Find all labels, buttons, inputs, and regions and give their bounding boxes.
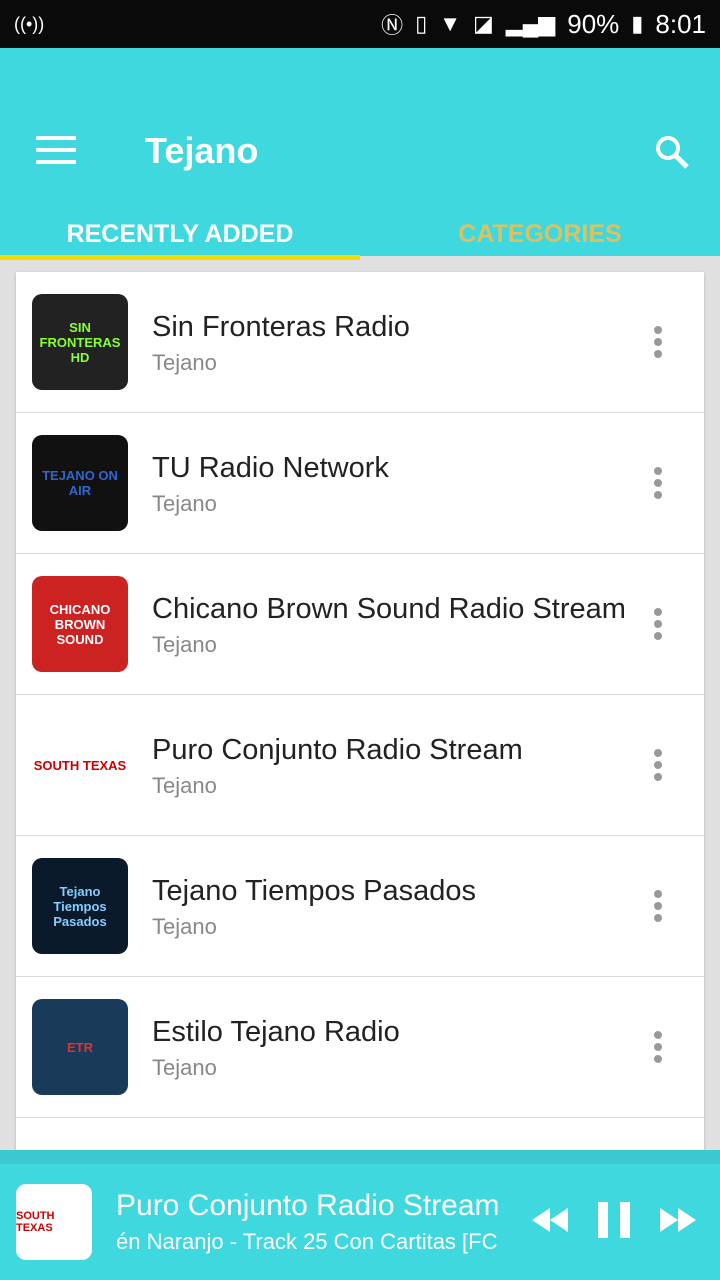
hotspot-icon: ((•)) (14, 13, 45, 34)
signal-icon: ▂▄▆ (505, 11, 556, 36)
list-item[interactable]: Tejano Tiempos Pasados Tejano Tiempos Pa… (16, 836, 704, 977)
vibrate-icon: ▯ (415, 11, 428, 36)
station-category: Tejano (152, 773, 217, 798)
list-item[interactable]: SOUTH TEXAS Puro Conjunto Radio Stream Te… (16, 695, 704, 836)
wifi-icon: ▼ (439, 11, 461, 36)
station-list: SIN FRONTERAS HD Sin Fronteras Radio Teja… (16, 272, 704, 1150)
station-name: Chicano Brown Sound Radio Stream (152, 593, 626, 625)
tab-recently-added[interactable]: RECENTLY ADDED (0, 208, 360, 260)
more-options-icon[interactable] (654, 1027, 664, 1067)
station-category: Tejano (152, 1055, 217, 1080)
station-name: Sin Fronteras Radio (152, 311, 410, 343)
rewind-icon (532, 1207, 568, 1232)
station-logo: SIN FRONTERAS HD (32, 294, 128, 390)
list-item[interactable]: CHICANO BROWN SOUND Chicano Brown Sound … (16, 554, 704, 695)
more-options-icon[interactable] (654, 322, 664, 362)
clock: 8:01 (655, 8, 706, 39)
station-logo: TEJANO ON AIR (32, 435, 128, 531)
battery-icon: ▮ (631, 11, 644, 36)
player-logo: SOUTH TEXAS (16, 1184, 92, 1260)
station-logo: CHICANO BROWN SOUND (32, 576, 128, 672)
station-logo: SOUTH TEXAS (32, 717, 128, 813)
station-category: Tejano (152, 350, 217, 375)
pause-icon (598, 1201, 630, 1238)
mini-player[interactable]: SOUTH TEXAS Puro Conjunto Radio Stream é… (0, 1150, 720, 1280)
menu-button[interactable] (36, 136, 76, 166)
station-category: Tejano (152, 491, 217, 516)
station-name: Tejano Tiempos Pasados (152, 875, 477, 907)
app-bar: Tejano RECENTLY ADDED CATEGORIES (0, 48, 720, 260)
nfc-icon: Ⓝ (381, 13, 404, 38)
more-options-icon[interactable] (654, 886, 664, 926)
player-title: Puro Conjunto Radio Stream (116, 1189, 500, 1222)
page-title: Tejano (145, 130, 259, 171)
station-name: TU Radio Network (152, 452, 389, 484)
no-sim-icon: ◪ (473, 11, 494, 36)
station-logo: Tejano Tiempos Pasados (32, 858, 128, 954)
station-category: Tejano (152, 914, 217, 939)
station-name: Puro Conjunto Radio Stream (152, 734, 523, 766)
more-options-icon[interactable] (654, 604, 664, 644)
pause-button[interactable] (596, 1200, 632, 1245)
fast-forward-button[interactable] (658, 1205, 698, 1240)
player-track: én Naranjo - Track 25 Con Cartitas [FC (116, 1229, 498, 1254)
fast-forward-icon (660, 1207, 696, 1232)
search-icon (656, 136, 689, 169)
more-options-icon[interactable] (654, 745, 664, 785)
station-category: Tejano (152, 632, 217, 657)
rewind-button[interactable] (530, 1205, 570, 1240)
battery-percent: 90% (567, 8, 620, 39)
status-bar: ((•)) Ⓝ ▯ ▼ ◪ ▂▄▆ 90% ▮ 8:01 (0, 0, 720, 48)
search-button[interactable] (652, 132, 692, 172)
tab-categories[interactable]: CATEGORIES (360, 208, 720, 256)
list-item[interactable]: ETR Estilo Tejano Radio Tejano (16, 977, 704, 1118)
more-options-icon[interactable] (654, 463, 664, 503)
list-item[interactable]: TEJANO ON AIR TU Radio Network Tejano (16, 413, 704, 554)
station-logo: ETR (32, 999, 128, 1095)
station-name: Estilo Tejano Radio (152, 1016, 400, 1048)
list-item[interactable]: SIN FRONTERAS HD Sin Fronteras Radio Teja… (16, 272, 704, 413)
